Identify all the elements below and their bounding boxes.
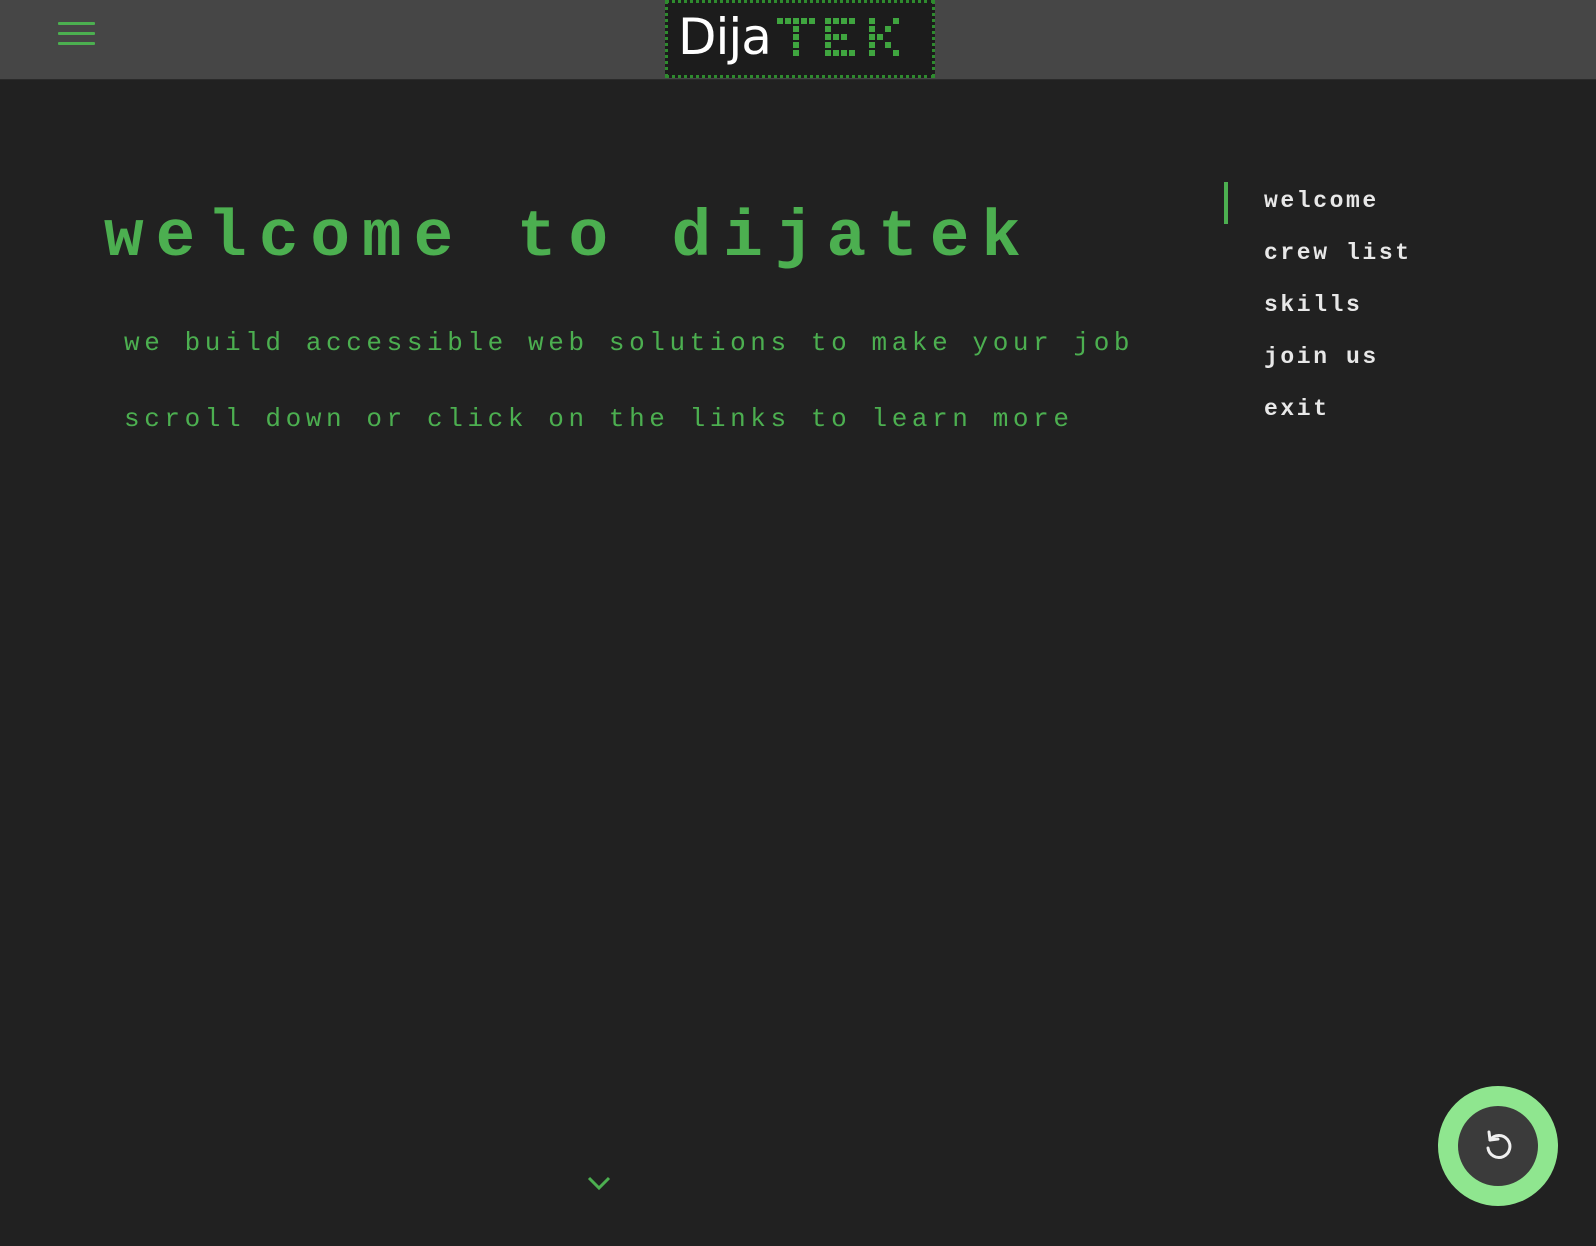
nav-item-join-us[interactable]: join us <box>1264 344 1379 370</box>
logo[interactable]: Dija <box>665 0 935 78</box>
logo-text-dija: Dija <box>678 8 772 66</box>
top-bar: Dija <box>0 0 1596 80</box>
hamburger-menu-icon[interactable] <box>58 22 96 48</box>
undo-icon <box>1458 1106 1538 1186</box>
nav-item-exit[interactable]: exit <box>1264 396 1330 422</box>
hero-subtitle: we build accessible web solutions to mak… <box>124 328 1135 358</box>
active-nav-indicator <box>1224 182 1228 224</box>
reset-button[interactable] <box>1438 1086 1558 1206</box>
logo-text-tek <box>776 18 899 56</box>
hero-hint: scroll down or click on the links to lea… <box>124 404 1074 434</box>
nav-item-skills[interactable]: skills <box>1264 292 1362 318</box>
page-title: welcome to dijatek <box>104 200 1033 275</box>
nav-item-welcome[interactable]: welcome <box>1264 188 1379 214</box>
nav-item-crew-list[interactable]: crew list <box>1264 240 1412 266</box>
chevron-down-icon[interactable] <box>586 1174 612 1192</box>
